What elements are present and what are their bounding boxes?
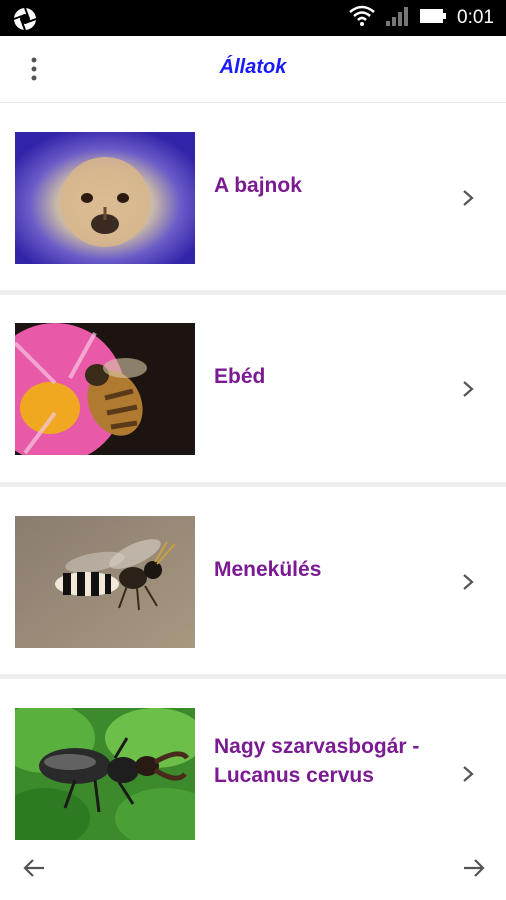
arrow-left-icon[interactable]	[16, 850, 52, 886]
wasp-photo	[15, 516, 195, 648]
arrow-right-icon[interactable]	[456, 850, 492, 886]
chevron-right-icon	[460, 379, 476, 399]
list-item-title: A bajnok	[214, 174, 302, 197]
app-bar: Állatok	[0, 36, 506, 103]
list-item[interactable]: Ebéd	[0, 295, 506, 487]
status-icons: 0:01	[349, 0, 494, 36]
dog-face-photo	[15, 132, 195, 264]
chevron-right-icon	[460, 188, 476, 208]
battery-icon	[419, 7, 447, 30]
list-item-title: Menekülés	[214, 558, 322, 581]
status-bar: 0:01	[0, 0, 506, 36]
chevron-right-icon	[460, 764, 476, 784]
signal-icon	[385, 5, 409, 32]
page-title: Állatok	[219, 56, 287, 78]
list-item-title: Ebéd	[214, 365, 266, 388]
chevron-right-icon	[460, 572, 476, 592]
camera-aperture-icon	[12, 6, 38, 32]
list-item[interactable]: Nagy szarvasbogár - Lucanus cervus	[0, 679, 506, 866]
status-time: 0:01	[457, 7, 494, 28]
list-item-title: Nagy szarvasbogár - Lucanus cervus	[214, 735, 420, 787]
list-item[interactable]: Menekülés	[0, 487, 506, 679]
bee-on-pink-flower-photo	[15, 323, 195, 455]
stag-beetle-on-leaves-photo	[15, 708, 195, 840]
animal-list: A bajnok Ebéd Menekülés Nagy szarvasbogá…	[0, 103, 506, 866]
bottom-navigation	[0, 840, 506, 900]
wifi-icon	[349, 5, 375, 32]
list-item[interactable]: A bajnok	[0, 103, 506, 295]
